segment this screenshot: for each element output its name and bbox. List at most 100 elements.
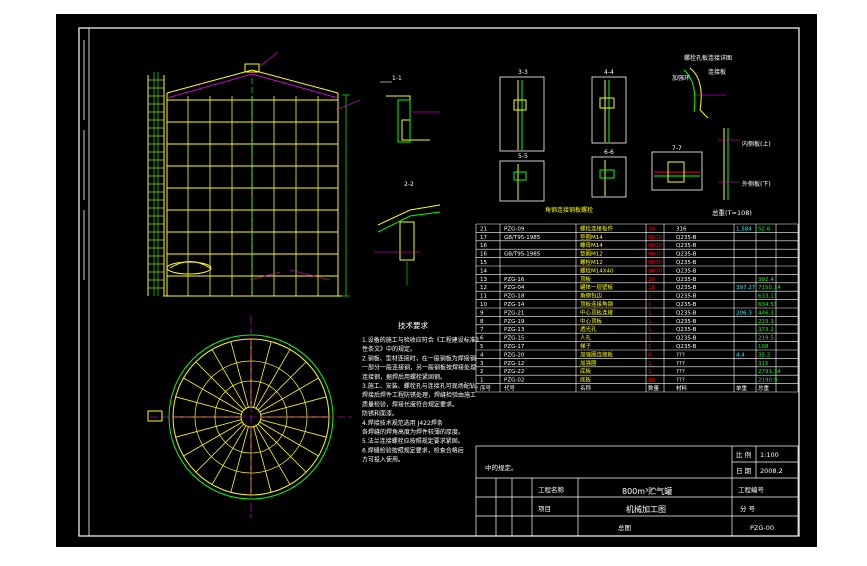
note-line: 防锈和面漆。 bbox=[362, 410, 398, 418]
bom-cell-w1: 397.27 bbox=[736, 285, 756, 291]
bom-cell-code: PZG-14 bbox=[504, 302, 525, 308]
bom-footer-cell: 材料 bbox=[676, 384, 688, 392]
bom-cell-name: 螺栓连接板件 bbox=[580, 224, 614, 232]
bom-cell-name: 透光孔 bbox=[580, 325, 597, 333]
bom-cell-name: 加强圈 bbox=[580, 359, 597, 367]
bom-cell-mat: Q235-B bbox=[676, 294, 697, 300]
bom-cell-qty: 1 bbox=[648, 344, 652, 350]
bom-footer-cell: 单重 bbox=[736, 384, 748, 392]
bom-cell-w2: 219.3 bbox=[758, 319, 774, 325]
bom-cell-code: GB/T95-1985 bbox=[504, 252, 541, 258]
bom-cell-name: 螺母M14 bbox=[580, 241, 603, 249]
label-section-5: 5-5 bbox=[518, 153, 528, 160]
bom-cell-code: PZG-12 bbox=[504, 361, 524, 367]
bom-cell-qty: 20 bbox=[648, 277, 655, 283]
note-line: 5.法兰连接螺栓应按照规定要求紧固。 bbox=[362, 437, 464, 445]
label-detail-title: 螺栓孔板连接详图 bbox=[684, 54, 732, 62]
notes-end: 中的规定。 bbox=[485, 463, 518, 472]
drawing-label: 总图 bbox=[618, 523, 631, 532]
bom-cell-no: 15 bbox=[480, 260, 487, 266]
bom-cell-w2: 633.11 bbox=[758, 294, 777, 300]
bom-cell-name: 角钢包边 bbox=[580, 292, 603, 300]
bom-cell-w2: 634.51 bbox=[758, 302, 777, 308]
bom-cell-code: PZG-04 bbox=[504, 285, 525, 291]
bom-cell-qty: 9600 bbox=[648, 268, 662, 274]
scale-value: 1:100 bbox=[760, 451, 779, 459]
note-line: 焊接后焊件工程防锈处理，焊缝检验由施工 bbox=[362, 391, 476, 399]
bom-cell-qty: 1 bbox=[648, 369, 652, 375]
bom-cell-w2: 446.3 bbox=[758, 310, 774, 316]
sheet-label: 分 号 bbox=[740, 504, 756, 513]
date-value: 2008.2 bbox=[760, 467, 783, 475]
date-label: 日 期 bbox=[736, 467, 752, 475]
bom-cell-qty: 1 bbox=[648, 310, 652, 316]
bom-cell-mat: ??? bbox=[676, 361, 685, 367]
bom-cell-mat: Q235-B bbox=[676, 327, 697, 333]
project-value: 800m³贮气罐 bbox=[622, 486, 672, 496]
bom-cell-no: 5 bbox=[480, 344, 484, 350]
bom-cell-name: 螺栓M12 bbox=[580, 258, 603, 266]
bom-cell-w2: 373.2 bbox=[758, 327, 774, 333]
bom-cell-qty: 30 bbox=[648, 226, 655, 232]
label-section-4: 4-4 bbox=[604, 69, 614, 76]
bom-cell-qty: 9600 bbox=[648, 243, 662, 249]
cad-drawing: 1-1 2-2 3-3 4-4 5-5 6-6 7-7 螺栓孔板连接详图 加强环… bbox=[56, 14, 817, 547]
bom-cell-mat: Q235-B bbox=[676, 336, 697, 342]
bom-cell-mat: Q235-B bbox=[676, 319, 697, 325]
label-detail-c: 内侧板(上) bbox=[742, 140, 771, 148]
bom-cell-w2: 2190.9 bbox=[758, 378, 778, 384]
bom-cell-code: PZG-17 bbox=[504, 344, 525, 350]
bom-cell-code: PZG-09 bbox=[504, 226, 525, 232]
bom-cell-code: PZG-20 bbox=[504, 352, 525, 358]
bom-header: 总重(T=108) bbox=[712, 208, 752, 217]
bom-cell-name: 罐体一层壁板 bbox=[580, 283, 614, 291]
bom-cell-w1: 1.584 bbox=[736, 226, 752, 232]
note-line: 连接钢，据焊后用螺栓紧固钢。 bbox=[362, 373, 446, 381]
bom-cell-no: 10 bbox=[480, 302, 487, 308]
bom-cell-mat: 316 bbox=[676, 226, 687, 232]
label-section-3: 3-3 bbox=[518, 69, 528, 76]
bom-cell-name: 梯子 bbox=[580, 342, 592, 350]
note-line: 4.焊接技术规范选用 J422焊条 bbox=[362, 419, 443, 427]
bom-cell-code: PZG-15 bbox=[504, 336, 525, 342]
bom-footer-cell: 名称 bbox=[580, 384, 592, 392]
bom-cell-no: 16 bbox=[480, 252, 487, 258]
note-line: 性条文》中的规定。 bbox=[362, 345, 416, 353]
bom-cell-no: 12 bbox=[480, 285, 487, 291]
bom-cell-qty: 80 bbox=[648, 378, 655, 384]
bom-cell-name: 人孔 bbox=[580, 334, 592, 342]
cad-viewport: 1-1 2-2 3-3 4-4 5-5 6-6 7-7 螺栓孔板连接详图 加强环… bbox=[0, 0, 867, 562]
bom-cell-code: PZG-02 bbox=[504, 378, 524, 384]
note-line: 1.设备的施工与验收应符合《工程建设标准》 bbox=[362, 336, 482, 344]
bom-cell-mat: Q235-B bbox=[676, 344, 697, 350]
bom-cell-name: 垫圈M12 bbox=[580, 250, 603, 258]
bom-cell-w2: 52.6 bbox=[758, 226, 771, 232]
bom-cell-name: 加强圈连接板 bbox=[580, 350, 614, 358]
bom-cell-name: 顶板连接角钢 bbox=[580, 300, 614, 308]
bom-cell-name: 中心顶板 bbox=[580, 317, 603, 325]
bom-footer-cell: 序号 bbox=[480, 384, 492, 392]
bom-cell-mat: ??? bbox=[676, 378, 685, 384]
item-value: 机械加工图 bbox=[626, 504, 666, 514]
bom-cell-qty: 9600 bbox=[648, 260, 662, 266]
bom-cell-qty: 9600 bbox=[648, 235, 662, 241]
bom-cell-qty: 1 bbox=[648, 319, 652, 325]
bom-cell-code: PZG-13 bbox=[504, 327, 525, 333]
job-label: 工程编号 bbox=[738, 485, 765, 494]
label-detail-d: 外侧板(下) bbox=[742, 180, 771, 188]
bom-cell-no: 3 bbox=[480, 361, 484, 367]
note-line: 各焊缝的焊角高度为焊件较薄的厚度。 bbox=[362, 428, 464, 436]
bom-cell-name: 顶板 bbox=[580, 275, 592, 283]
bom-cell-name: 底板 bbox=[580, 367, 592, 375]
bom-cell-code: GB/T95-1985 bbox=[504, 235, 541, 241]
bom-cell-qty: 1 bbox=[648, 302, 652, 308]
bom-cell-w2: 108 bbox=[758, 344, 769, 350]
bom-cell-w1: 206.3 bbox=[736, 310, 752, 316]
bom-cell-w2: 7150.14 bbox=[758, 285, 781, 291]
sheet-background bbox=[56, 14, 817, 547]
bom-cell-no: 9 bbox=[480, 310, 484, 316]
note-line: 一部分一般连接钢，另一般钢板按焊接处理 bbox=[362, 364, 476, 372]
note-line: 3.施工、安装、螺栓孔与连接孔可现场配钻， bbox=[362, 382, 482, 390]
bom-cell-mat: Q235-B bbox=[676, 277, 697, 283]
bom-cell-name: 螺栓M14X40 bbox=[580, 266, 614, 274]
